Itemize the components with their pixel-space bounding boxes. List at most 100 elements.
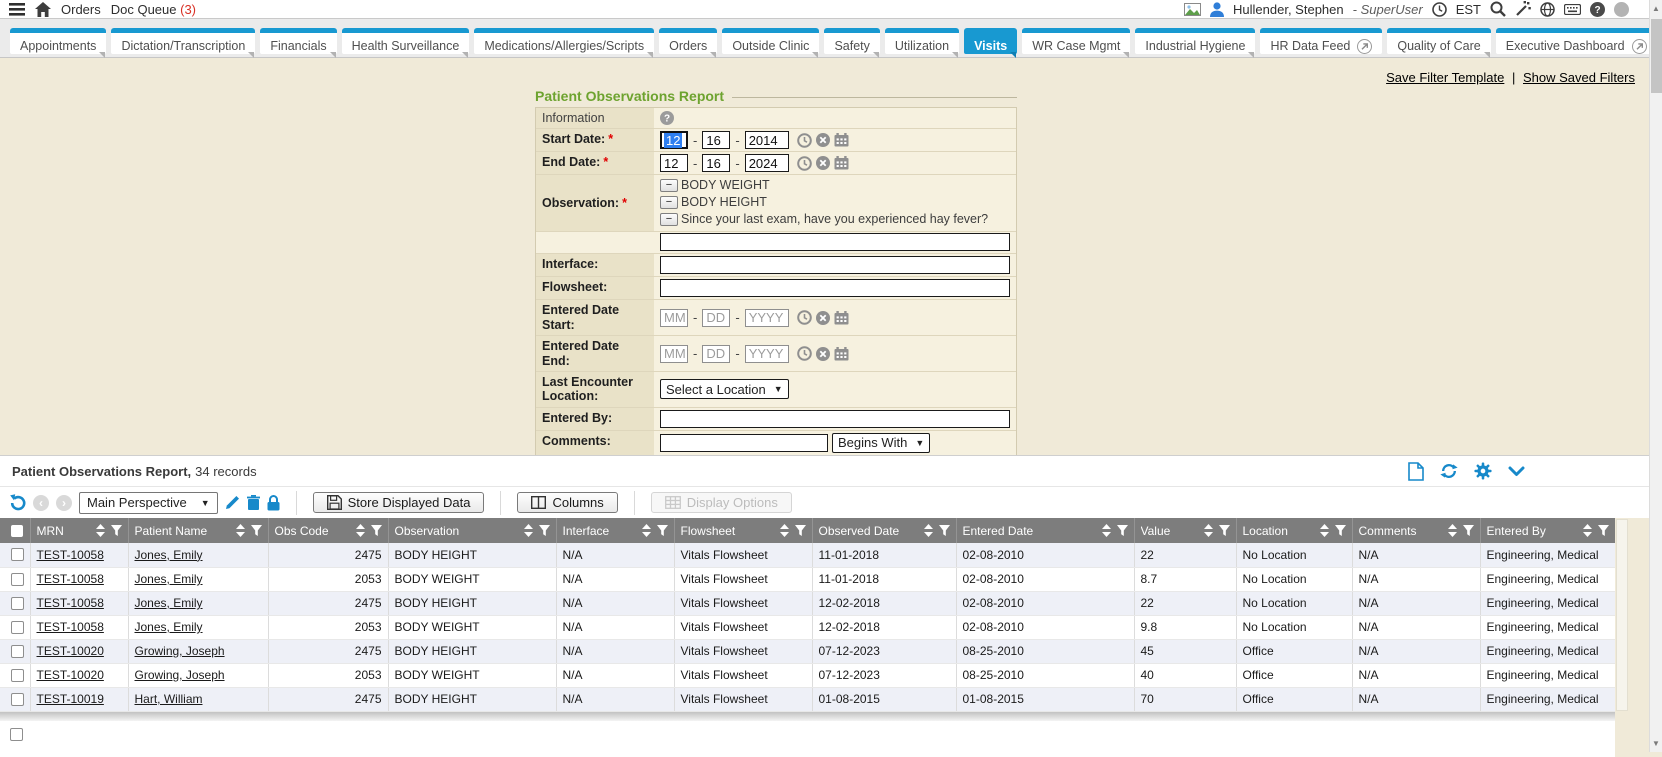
filter-icon[interactable] — [1463, 525, 1474, 536]
chevron-down-icon[interactable] — [1508, 466, 1525, 477]
tab[interactable]: Financials — [260, 28, 336, 54]
filter-icon[interactable] — [251, 525, 262, 536]
new-document-icon[interactable] — [1408, 462, 1424, 481]
sort-icon[interactable] — [524, 524, 533, 537]
lock-icon[interactable] — [267, 495, 280, 511]
next-icon[interactable]: › — [56, 495, 72, 511]
calendar-icon[interactable] — [834, 347, 849, 361]
patient-name-link[interactable]: Hart, William — [135, 692, 203, 706]
search-icon[interactable] — [1490, 1, 1506, 17]
sort-icon[interactable] — [1204, 524, 1213, 537]
patient-name-link[interactable]: Jones, Emily — [135, 572, 203, 586]
mrn-link[interactable]: TEST-10058 — [37, 548, 104, 562]
menu-icon[interactable] — [9, 3, 25, 16]
start-date-month-field[interactable]: 12 — [660, 131, 688, 149]
end-date-year-field[interactable]: 2024 — [745, 154, 789, 172]
tab[interactable]: Utilization — [885, 28, 959, 54]
comments-input[interactable] — [660, 434, 828, 452]
minus-icon[interactable]: − — [660, 213, 678, 226]
sort-icon[interactable] — [924, 524, 933, 537]
filter-icon[interactable] — [539, 525, 550, 536]
refresh-icon[interactable] — [1440, 462, 1458, 480]
start-date-year-field[interactable]: 2014 — [745, 131, 789, 149]
start-date-day-field[interactable]: 16 — [702, 131, 730, 149]
tab[interactable]: WR Case Mgmt — [1022, 28, 1130, 54]
minus-icon[interactable]: − — [660, 179, 678, 192]
external-link-icon[interactable] — [1357, 39, 1372, 54]
entered-date-start-month-field[interactable]: MM — [660, 309, 688, 327]
clear-icon[interactable] — [816, 311, 830, 325]
filter-icon[interactable] — [1598, 525, 1609, 536]
tab[interactable]: Medications/Allergies/Scripts — [474, 28, 654, 54]
calendar-icon[interactable] — [834, 311, 849, 325]
patient-name-link[interactable]: Growing, Joseph — [135, 644, 225, 658]
tab[interactable]: Appointments — [10, 28, 106, 54]
calendar-icon[interactable] — [834, 133, 849, 147]
tab[interactable]: Visits — [964, 28, 1017, 54]
sort-icon[interactable] — [1448, 524, 1457, 537]
select-all-header-cell[interactable] — [0, 518, 30, 543]
patient-name-link[interactable]: Jones, Emily — [135, 620, 203, 634]
row-checkbox[interactable] — [11, 573, 24, 586]
patient-name-link[interactable]: Jones, Emily — [135, 596, 203, 610]
entered-date-end-year-field[interactable]: YYYY — [745, 345, 789, 363]
tab[interactable]: Health Surveillance — [342, 28, 470, 54]
mrn-link[interactable]: TEST-10020 — [37, 668, 104, 682]
clock-icon[interactable] — [797, 156, 812, 171]
column-header[interactable]: Flowsheet — [674, 518, 812, 543]
flowsheet-input[interactable] — [660, 279, 1010, 297]
edit-icon[interactable] — [225, 495, 240, 510]
filter-icon[interactable] — [1219, 525, 1230, 536]
sort-icon[interactable] — [236, 524, 245, 537]
column-header[interactable]: Location — [1236, 518, 1352, 543]
tab[interactable]: Industrial Hygiene — [1135, 28, 1255, 54]
scroll-down-arrow[interactable]: ▼ — [1650, 739, 1662, 748]
column-header[interactable]: Entered Date — [956, 518, 1134, 543]
observation-search-input[interactable] — [660, 233, 1010, 251]
comments-match-select[interactable]: Begins With ▼ — [832, 433, 930, 453]
entered-by-input[interactable] — [660, 410, 1010, 428]
image-icon[interactable] — [1184, 3, 1201, 16]
row-checkbox[interactable] — [11, 548, 24, 561]
row-checkbox[interactable] — [11, 669, 24, 682]
filter-icon[interactable] — [939, 525, 950, 536]
delete-icon[interactable] — [247, 495, 260, 510]
row-checkbox[interactable] — [11, 597, 24, 610]
clear-icon[interactable] — [816, 133, 830, 147]
location-select[interactable]: Select a Location ▼ — [660, 379, 789, 399]
save-filter-template-link[interactable]: Save Filter Template — [1386, 70, 1504, 85]
column-header[interactable]: Interface — [556, 518, 674, 543]
clock-icon[interactable] — [797, 310, 812, 325]
filter-icon[interactable] — [371, 525, 382, 536]
entered-date-start-year-field[interactable]: YYYY — [745, 309, 789, 327]
clear-icon[interactable] — [816, 347, 830, 361]
tab[interactable]: Dictation/Transcription — [111, 28, 255, 54]
entered-date-end-day-field[interactable]: DD — [702, 345, 730, 363]
gear-icon[interactable] — [1474, 462, 1492, 480]
window-scrollbar[interactable]: ▲ ▼ — [1649, 0, 1662, 752]
filter-icon[interactable] — [795, 525, 806, 536]
reset-icon[interactable] — [8, 494, 26, 511]
patient-name-link[interactable]: Growing, Joseph — [135, 668, 225, 682]
filter-icon[interactable] — [1117, 525, 1128, 536]
column-header[interactable]: Obs Code — [268, 518, 388, 543]
row-checkbox[interactable] — [11, 621, 24, 634]
mrn-link[interactable]: TEST-10058 — [37, 572, 104, 586]
row-checkbox[interactable] — [11, 645, 24, 658]
column-header[interactable]: Patient Name — [128, 518, 268, 543]
help-icon[interactable]: ? — [1590, 2, 1605, 17]
sort-icon[interactable] — [1320, 524, 1329, 537]
column-header[interactable]: Observation — [388, 518, 556, 543]
sort-icon[interactable] — [1583, 524, 1592, 537]
mrn-link[interactable]: TEST-10020 — [37, 644, 104, 658]
mrn-link[interactable]: TEST-10058 — [37, 596, 104, 610]
user-name[interactable]: Hullender, Stephen — [1233, 2, 1344, 17]
sort-icon[interactable] — [96, 524, 105, 537]
entered-date-start-day-field[interactable]: DD — [702, 309, 730, 327]
end-date-month-field[interactable]: 12 — [660, 154, 688, 172]
column-header[interactable]: Comments — [1352, 518, 1480, 543]
menu-item-orders[interactable]: Orders — [61, 2, 101, 17]
table-scrollbar[interactable] — [1616, 519, 1628, 711]
filter-icon[interactable] — [111, 525, 122, 536]
clock-icon[interactable] — [797, 346, 812, 361]
